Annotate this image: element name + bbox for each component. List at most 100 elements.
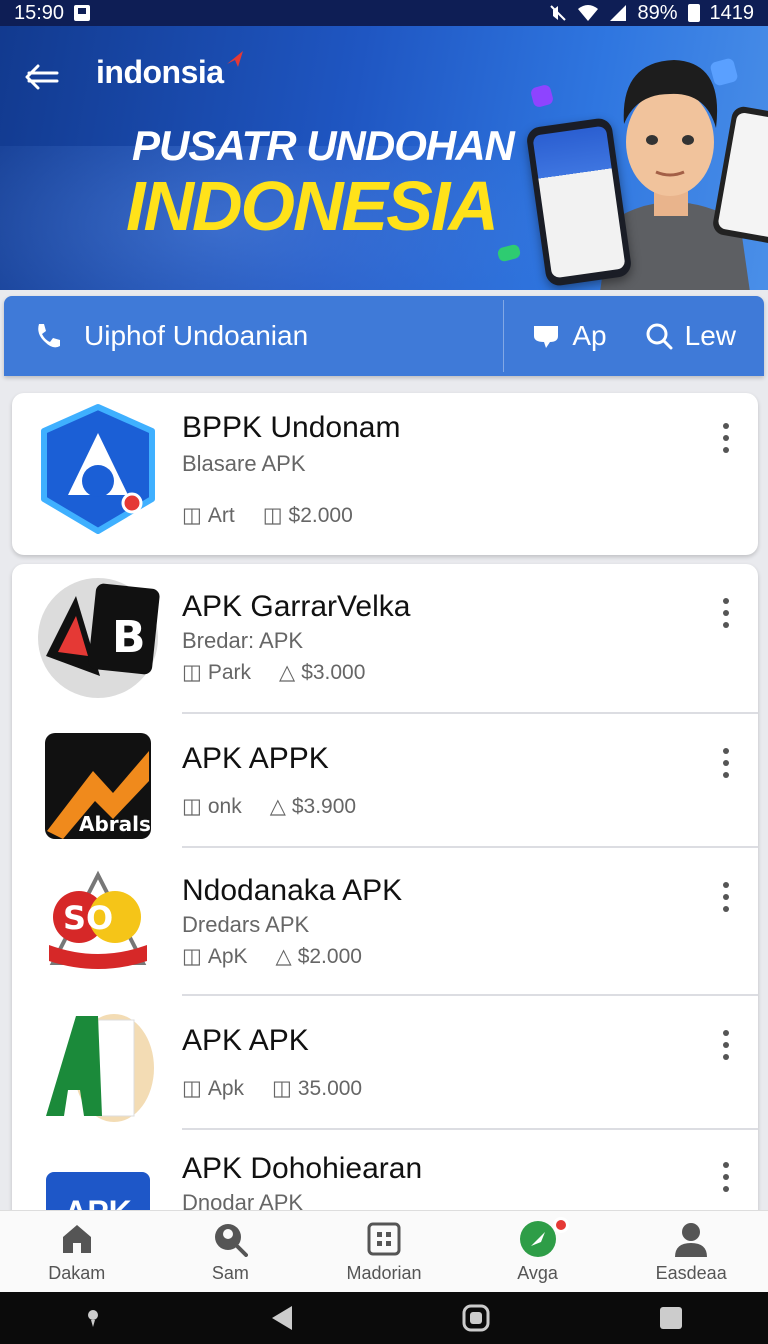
search-button-label: Lew: [684, 320, 736, 351]
nav-label: Easdeaa: [655, 1263, 727, 1283]
decor-gem-icon: [529, 83, 555, 109]
featured-app-price: $2.000: [288, 503, 353, 527]
bottom-navigation: Dakam Sam Madorian Avga Easdeaa: [0, 1210, 768, 1292]
brand-logo: indonsia: [96, 51, 244, 91]
price-icon: ◫: [262, 504, 283, 527]
featured-app-category: Art: [207, 503, 235, 527]
app-icon-letter: A: [54, 1098, 65, 1114]
featured-app-card[interactable]: BPPK Undonam Blasare APK ◫ Art ◫ $2.000: [12, 393, 758, 555]
price-icon: ◫: [272, 1077, 292, 1100]
mute-icon: [550, 5, 567, 21]
category-icon: ◫: [182, 504, 202, 527]
list-item[interactable]: A APK APK ◫ Apk ◫ 35.000: [12, 996, 758, 1130]
featured-app-title: BPPK Undonam: [182, 411, 401, 444]
app-icon-letter: B: [112, 612, 146, 663]
app-icon-letter: SO: [63, 899, 113, 937]
banner-headline: PUSATR UNDOHAN: [132, 122, 515, 169]
category-icon: ◫: [182, 945, 202, 968]
bell-icon: △: [269, 795, 286, 818]
app-title: Ndodanaka APK: [182, 874, 403, 907]
app-icon: A: [36, 1006, 160, 1130]
back-button[interactable]: [22, 60, 62, 94]
more-options-icon[interactable]: [722, 748, 730, 778]
notification-badge: [552, 1217, 569, 1233]
apps-filter-button[interactable]: Ap: [532, 320, 607, 352]
nav-item-search[interactable]: Sam: [154, 1211, 308, 1292]
app-icon-letter: Abrals: [79, 812, 151, 836]
wifi-icon: [578, 5, 599, 21]
compass-icon: [518, 1219, 558, 1259]
app-title: APK GarrarVelka: [182, 590, 411, 623]
more-options-icon[interactable]: [722, 1030, 730, 1060]
nav-label: Dakam: [48, 1263, 106, 1283]
bird-logo-icon: [226, 51, 243, 67]
search-button[interactable]: Lew: [645, 320, 736, 352]
app-title: APK APK: [182, 1024, 309, 1057]
nav-label: Sam: [211, 1263, 249, 1283]
battery-percent: 89%: [637, 1, 678, 24]
nav-item-grid[interactable]: Madorian: [307, 1211, 461, 1292]
category-icon: ◫: [182, 1077, 202, 1100]
list-item[interactable]: SO Ndodanaka APK Dredars APK ◫ ApK △ $2.00…: [12, 848, 758, 996]
system-navigation-bar: [0, 1292, 768, 1344]
list-item[interactable]: Abrals APK APPK ◫ onk △ $3.900: [12, 714, 758, 848]
nav-item-profile[interactable]: Easdeaa: [614, 1211, 768, 1292]
search-icon: [646, 323, 673, 350]
app-category: onk: [207, 794, 242, 818]
banner-headline-country: INDONESIA: [126, 167, 499, 245]
app-price: 35.000: [297, 1076, 363, 1100]
back-arrow-icon: [25, 64, 59, 90]
cup-icon: [534, 326, 559, 348]
phone-icon[interactable]: [32, 321, 62, 351]
grid-icon: [364, 1219, 404, 1259]
app-price: $3.900: [291, 794, 357, 818]
nav-item-home[interactable]: Dakam: [0, 1211, 154, 1292]
search-person-icon: [210, 1219, 250, 1259]
app-subtitle: Dredars APK: [182, 912, 310, 937]
search-input[interactable]: Uiphof Undoanian: [84, 320, 503, 352]
more-options-icon[interactable]: [722, 423, 730, 453]
apps-filter-label: Ap: [572, 320, 607, 351]
app-category: ApK: [207, 944, 248, 968]
recents-nav-icon[interactable]: [658, 1305, 684, 1331]
more-options-icon[interactable]: [722, 1162, 730, 1192]
status-time: 15:90: [14, 1, 65, 24]
brand-name: indonsia: [96, 54, 224, 90]
app-title: APK APPK: [182, 742, 329, 775]
nav-label: Madorian: [346, 1263, 422, 1283]
hero-banner: indonsia PUSATR UNDOHAN INDONESIA: [0, 26, 768, 290]
app-icon: B: [36, 576, 160, 700]
profile-icon: [671, 1219, 711, 1259]
notification-icon: [74, 5, 91, 21]
more-options-icon[interactable]: [722, 882, 730, 912]
status-bar: 15:90 89% 1419: [0, 0, 768, 26]
featured-app-subtitle: Blasare APK: [182, 451, 306, 476]
status-extra: 1419: [709, 1, 755, 24]
signal-icon: [610, 5, 627, 21]
app-subtitle: Bredar: APK: [182, 628, 304, 653]
home-nav-icon[interactable]: [462, 1304, 490, 1332]
nav-item-explore[interactable]: Avga: [461, 1211, 615, 1292]
app-list: B APK GarrarVelka Bredar: APK ◫ Park △ $3.…: [12, 564, 758, 1224]
app-icon: Abrals: [36, 724, 160, 848]
app-icon: SO: [36, 860, 160, 984]
divider: [503, 300, 505, 372]
assistant-icon[interactable]: [84, 1308, 102, 1328]
bell-icon: △: [275, 945, 292, 968]
category-icon: ◫: [182, 661, 202, 684]
app-title: APK Dohohiearan: [182, 1152, 423, 1185]
app-category: Park: [207, 660, 252, 684]
search-bar: Uiphof Undoanian Ap Lew: [4, 296, 764, 376]
back-nav-icon[interactable]: [270, 1304, 294, 1332]
battery-icon: [687, 4, 700, 22]
app-price: $2.000: [297, 944, 362, 968]
home-icon: [57, 1219, 97, 1259]
more-options-icon[interactable]: [722, 598, 730, 628]
list-item[interactable]: B APK GarrarVelka Bredar: APK ◫ Park △ $3.…: [12, 564, 758, 714]
featured-app-icon: [36, 404, 160, 534]
app-category: Apk: [207, 1076, 245, 1100]
decor-chip-icon: [496, 243, 522, 263]
bell-icon: △: [279, 661, 296, 684]
nav-label: Avga: [517, 1263, 558, 1283]
app-price: $3.000: [301, 660, 366, 684]
